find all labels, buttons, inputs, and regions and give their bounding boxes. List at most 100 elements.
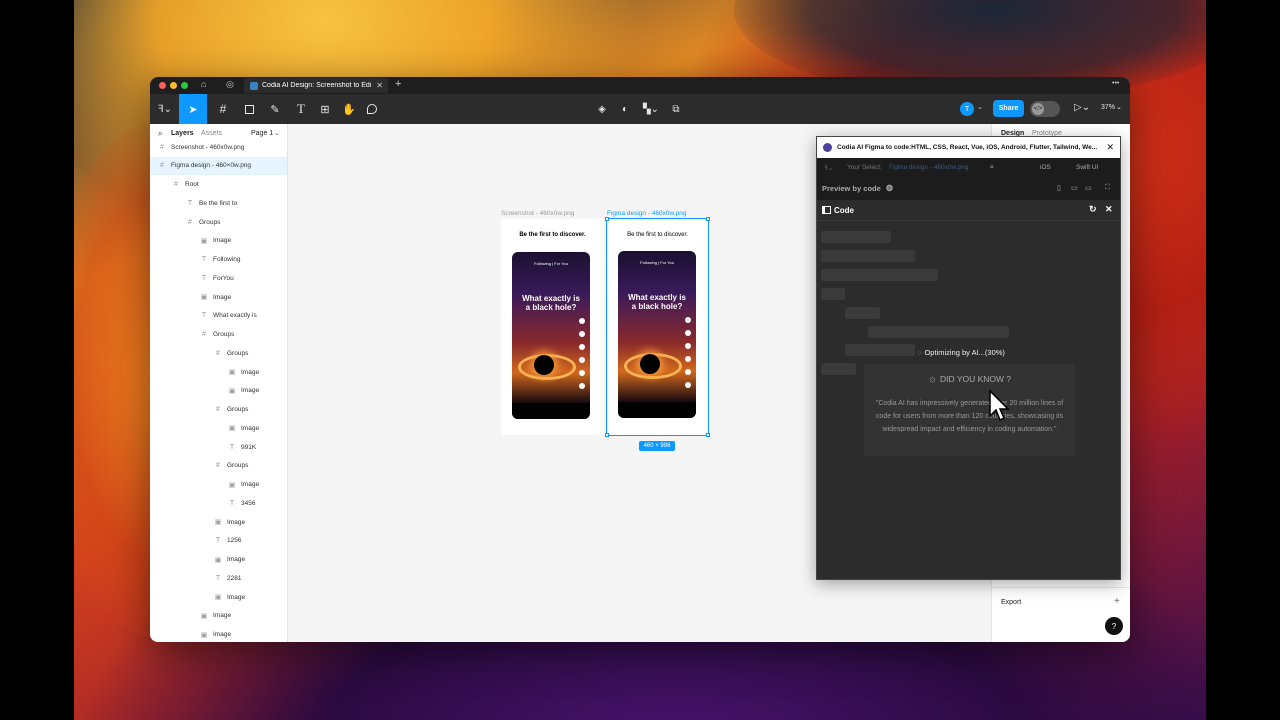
frame-layer-icon: # [202, 331, 206, 338]
layer-row[interactable]: ▣ Image [150, 551, 287, 569]
tab-assets[interactable]: Assets [201, 130, 222, 137]
share-button[interactable]: Share [993, 100, 1024, 117]
close-plugin-icon[interactable]: ✕ [1106, 142, 1114, 153]
fullscreen-icon[interactable]: ⛶ [1105, 184, 1110, 192]
layer-row[interactable]: T 3456 [150, 494, 287, 512]
layer-row[interactable]: ▣ Image [150, 607, 287, 625]
component-button[interactable]: ◈ [594, 94, 610, 124]
tablet-view-icon[interactable]: ▭ [1071, 184, 1078, 192]
layer-row[interactable]: T ForYou [150, 269, 287, 287]
plugin-title: Codia AI Figma to code:HTML, CSS, React,… [837, 144, 1098, 151]
pen-tool-button[interactable]: ✎ [264, 94, 286, 124]
frame-layer-icon: # [188, 218, 192, 226]
zoom-level[interactable]: 37% [1101, 104, 1115, 111]
layer-row[interactable]: ▣ Image [150, 382, 287, 400]
layer-row[interactable]: # Figma design - 460×0w.png [150, 156, 287, 175]
file-tab[interactable]: Codia AI Design: Screenshot to Edi ✕ [244, 78, 388, 93]
layer-row[interactable]: ▣ Image [150, 288, 287, 306]
refresh-icon[interactable]: ↻ [1089, 204, 1097, 215]
resize-handle[interactable] [706, 217, 710, 221]
image-layer-icon: ▣ [214, 519, 222, 526]
chevron-down-icon[interactable]: ⌄ [274, 129, 280, 137]
layer-row[interactable]: ▣ Image [150, 419, 287, 437]
layer-row[interactable]: ▣ Image [150, 363, 287, 381]
code-skeleton-line [821, 269, 938, 281]
phone-heading: What exactly is a black hole? [628, 293, 686, 311]
comment-tool-button[interactable] [363, 94, 381, 124]
plugin-menu-icon[interactable]: ꟻ⌄ [824, 164, 833, 172]
resize-handle[interactable] [605, 217, 609, 221]
frame-label-figma-design[interactable]: Figma design - 460x0w.png [607, 210, 687, 217]
platform-select[interactable]: iOS [1040, 164, 1051, 171]
layer-row[interactable]: ▣ Image [150, 476, 287, 494]
layer-row[interactable]: # Groups [150, 457, 287, 475]
main-menu-button[interactable]: ꟻ⌄ [154, 94, 176, 124]
desktop-view-icon[interactable]: ▭ [1085, 184, 1092, 192]
layer-row[interactable]: T 1256 [150, 532, 287, 550]
layer-row[interactable]: ▣ Image [150, 232, 287, 250]
home-icon[interactable]: ⌂ [201, 79, 206, 89]
dev-mode-toggle[interactable]: </> [1030, 101, 1060, 117]
phone-top-tabs: Following | For You [534, 261, 568, 266]
mobile-view-icon[interactable]: ▯ [1057, 184, 1061, 192]
avatar-dropdown-icon[interactable]: ⌄ [977, 103, 983, 111]
phone-nav-bar [618, 402, 696, 418]
codia-logo-icon [823, 143, 832, 152]
minimize-window-button[interactable] [170, 82, 177, 89]
layer-label: 991K [241, 443, 257, 451]
text-layer-icon: T [187, 199, 193, 207]
boolean-button[interactable]: ▚⌄ [640, 94, 662, 124]
layer-row[interactable]: # Groups [150, 401, 287, 419]
sidebar-toggle-icon[interactable] [822, 206, 831, 214]
layer-row[interactable]: ▣ Image [150, 626, 287, 643]
hand-tool-button[interactable]: ✋ [340, 94, 358, 124]
layer-row[interactable]: # Root [150, 176, 287, 194]
layer-row[interactable]: # Groups [150, 344, 287, 362]
layer-row[interactable]: # Screenshot - 460x0w.png [150, 138, 287, 156]
layer-row[interactable]: # Groups [150, 213, 287, 231]
layer-row[interactable]: T What exactly is [150, 307, 287, 325]
resize-handle[interactable] [706, 433, 710, 437]
frame-label-screenshot[interactable]: Screenshot - 460x0w.png [501, 210, 574, 217]
layer-row[interactable]: ▣ Image [150, 588, 287, 606]
page-selector[interactable]: Page 1 [251, 130, 273, 137]
desktop: ⌂ ◎ Codia AI Design: Screenshot to Edi ✕… [0, 0, 1280, 720]
layer-row[interactable]: T Be the first to [150, 194, 287, 212]
code-skeleton-line [868, 326, 1009, 338]
hand-icon: ✋ [342, 103, 356, 116]
text-layer-icon: T [215, 537, 221, 545]
mask-button[interactable]: ◐ [617, 94, 633, 124]
screenshot-frame[interactable]: Be the first to discover. Following | Fo… [501, 219, 604, 435]
crop-button[interactable]: ⧉ [668, 94, 684, 124]
help-icon: ? [1111, 621, 1117, 631]
avatar[interactable]: T [960, 102, 974, 116]
framework-select[interactable]: Swift UI [1076, 164, 1098, 171]
text-tool-button[interactable]: T [292, 94, 310, 124]
layer-row[interactable]: T 991K [150, 438, 287, 456]
add-export-button[interactable]: + [1114, 596, 1120, 607]
resources-icon: ⊞ [320, 103, 330, 116]
tab-layers[interactable]: Layers [171, 130, 194, 137]
resources-tool-button[interactable]: ⊞ [316, 94, 334, 124]
help-button[interactable]: ? [1105, 617, 1123, 635]
frame-tool-button[interactable]: # [212, 94, 234, 124]
close-tab-icon[interactable]: ✕ [376, 81, 383, 90]
figma-design-frame[interactable]: Be the first to discover. Following | Fo… [605, 217, 710, 437]
layer-row[interactable]: T Following [150, 251, 287, 269]
move-tool-button[interactable]: ➤ [179, 94, 207, 124]
layer-row[interactable]: T 2281 [150, 569, 287, 587]
close-code-icon[interactable]: ✕ [1105, 204, 1113, 215]
zoom-window-button[interactable] [181, 82, 188, 89]
close-window-button[interactable] [159, 82, 166, 89]
resize-handle[interactable] [605, 433, 609, 437]
layer-label: Groups [227, 349, 249, 357]
layer-row[interactable]: ▣ Image [150, 513, 287, 531]
zoom-dropdown-icon[interactable]: ⌄ [1116, 103, 1122, 111]
shape-tool-button[interactable] [238, 94, 260, 124]
present-icon[interactable]: ▷⌄ [1074, 102, 1090, 113]
new-tab-button[interactable]: + [395, 78, 401, 90]
globe-icon[interactable]: ◎ [226, 79, 234, 90]
layer-row[interactable]: # Groups [150, 326, 287, 344]
layer-label: Figma design - 460×0w.png [171, 162, 252, 170]
more-menu-button[interactable]: ••• [1112, 80, 1119, 87]
